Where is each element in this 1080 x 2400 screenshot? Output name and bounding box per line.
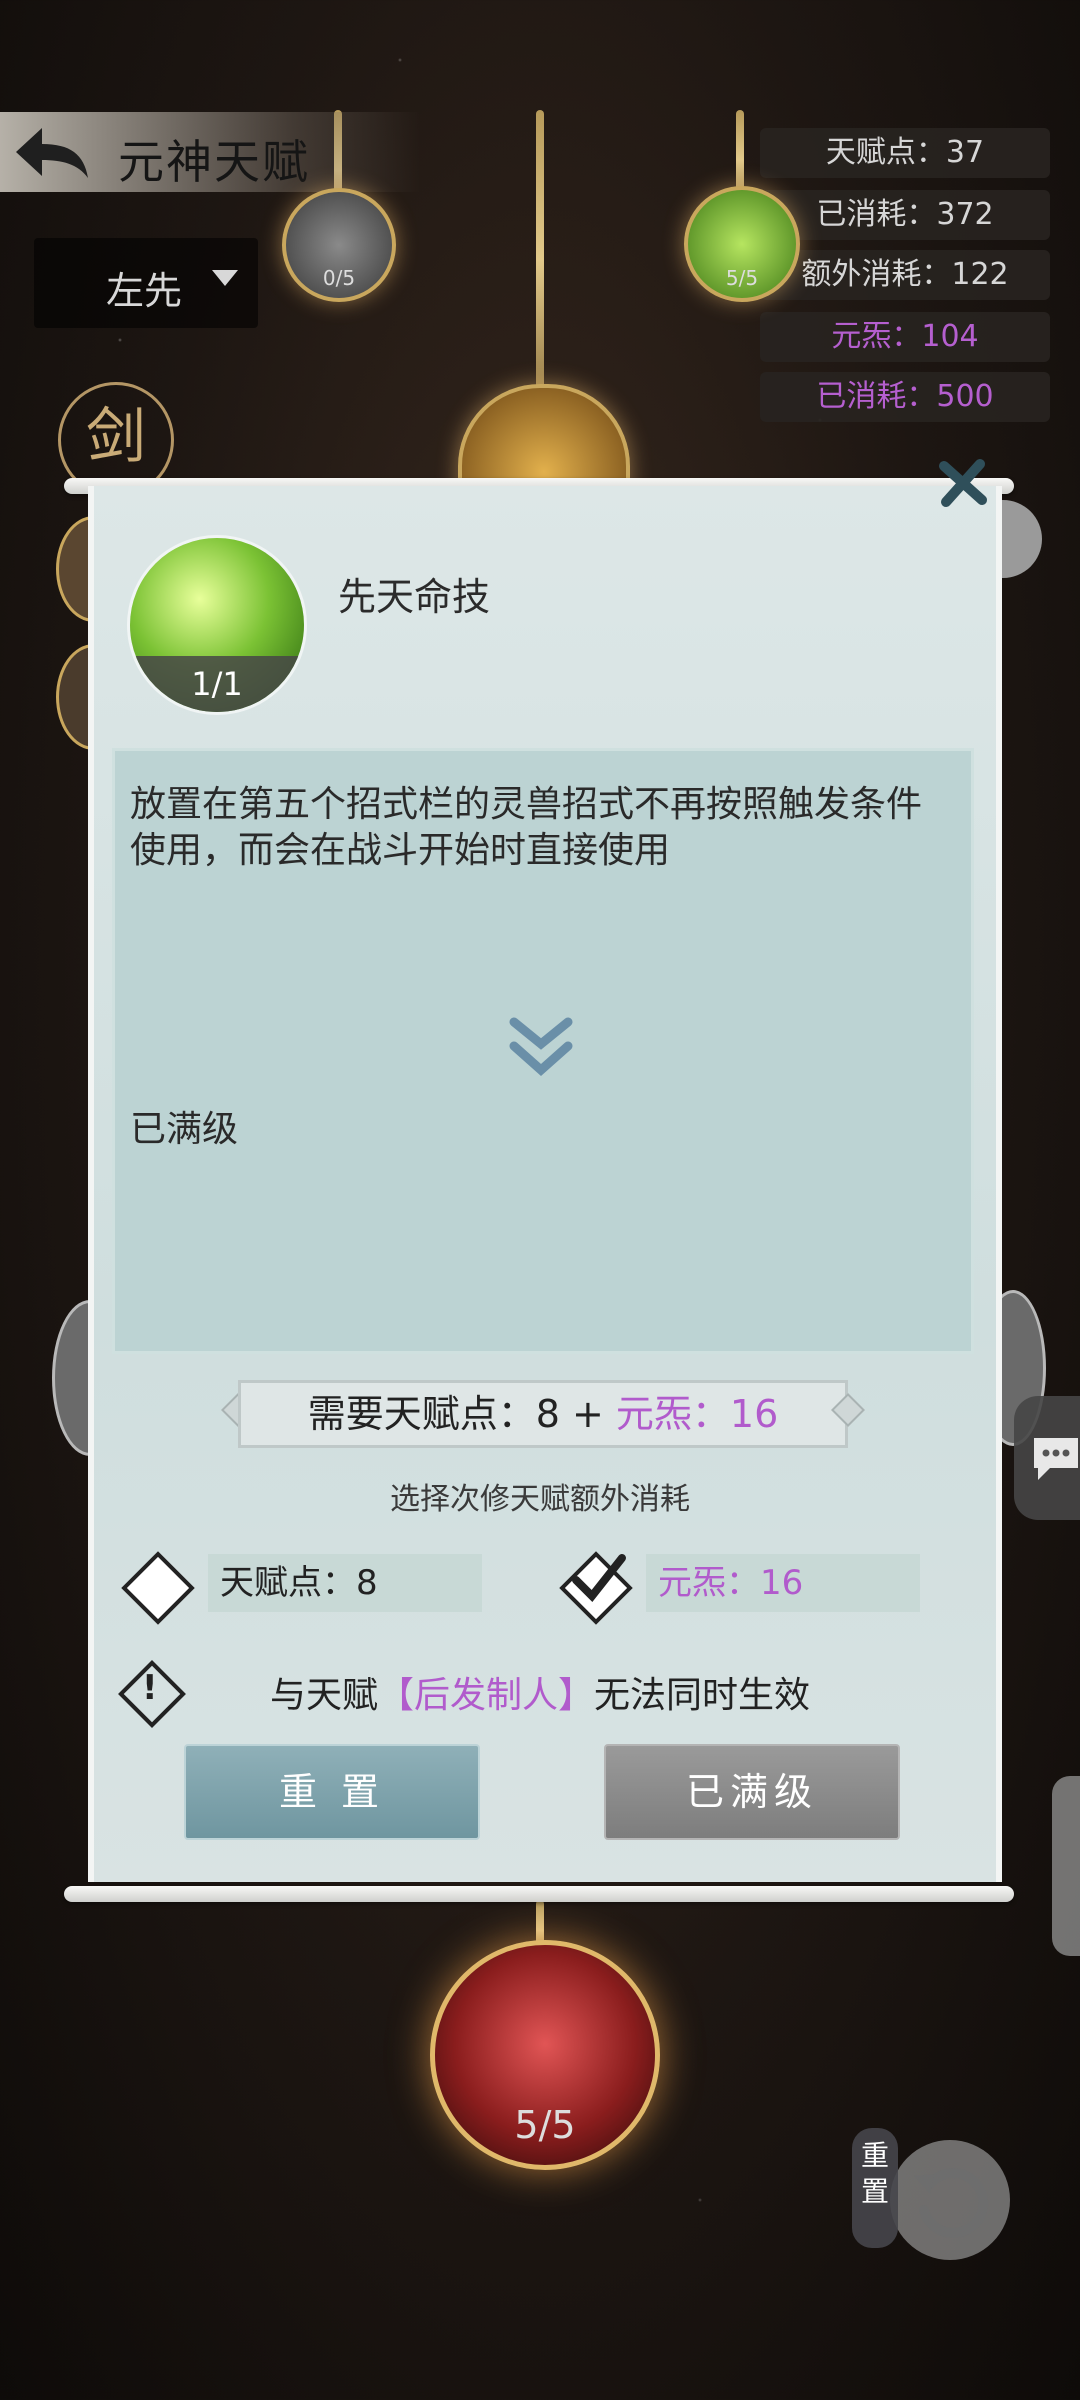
skill-icon: 1/1 bbox=[130, 538, 304, 712]
warning-prefix: 与天赋 bbox=[269, 1675, 378, 1716]
node-count: 5/5 bbox=[514, 2103, 576, 2147]
side-pull-tab[interactable] bbox=[1052, 1776, 1080, 1956]
talent-node-top-left[interactable]: 0/5 bbox=[282, 188, 396, 302]
stat-extra-consumed: 额外消耗：122 bbox=[760, 250, 1050, 300]
max-level-button[interactable]: 已满级 bbox=[604, 1744, 900, 1840]
reset-tag-label[interactable]: 重置 bbox=[852, 2128, 898, 2248]
requirement-yuanqi: 元炁：16 bbox=[615, 1392, 779, 1436]
skill-name: 先天命技 bbox=[338, 575, 491, 619]
double-chevron-down-icon[interactable] bbox=[508, 1016, 574, 1080]
reset-button[interactable]: 重 置 bbox=[184, 1744, 480, 1840]
node-count: 5/5 bbox=[725, 266, 759, 290]
requirement-points: 需要天赋点：8 + bbox=[307, 1392, 616, 1436]
skill-level: 1/1 bbox=[130, 656, 304, 712]
checkmark-icon bbox=[572, 1554, 626, 1603]
warning-suffix: 无法同时生效 bbox=[594, 1675, 811, 1716]
refresh-icon bbox=[914, 2168, 989, 2239]
option-talent-points-text: 天赋点：8 bbox=[220, 1563, 378, 1603]
stat-yuanqi: 元炁：104 bbox=[760, 312, 1050, 362]
chat-button[interactable] bbox=[1014, 1396, 1080, 1520]
choose-extra-cost-text: 选择次修天赋额外消耗 bbox=[390, 1482, 690, 1517]
conflict-warning: 与天赋【后发制人】无法同时生效 bbox=[0, 1666, 1080, 1718]
page-title: 元神天赋 bbox=[118, 135, 310, 189]
option-yuanqi-label[interactable]: 元炁：16 bbox=[646, 1554, 920, 1612]
close-icon bbox=[939, 459, 987, 507]
max-level-text: 已满级 bbox=[130, 1109, 239, 1150]
warning-talent-link[interactable]: 【后发制人】 bbox=[378, 1675, 594, 1716]
node-count: 0/5 bbox=[322, 266, 356, 290]
stat-talent-points: 天赋点：37 bbox=[760, 128, 1050, 178]
talent-node-bottom[interactable]: 5/5 bbox=[430, 1940, 660, 2170]
stat-yuanqi-consumed: 已消耗：500 bbox=[760, 372, 1050, 422]
requirement-bar: 需要天赋点：8 + 元炁：16 bbox=[238, 1380, 848, 1448]
back-button[interactable] bbox=[12, 124, 92, 180]
chevron-down-icon bbox=[212, 270, 238, 286]
header-bar: 元神天赋 bbox=[0, 112, 420, 192]
tree-line-center bbox=[536, 110, 544, 410]
chat-icon bbox=[1034, 1438, 1078, 1480]
sort-dropdown[interactable]: 左先 bbox=[34, 238, 258, 328]
reset-tree-button[interactable] bbox=[890, 2140, 1010, 2260]
back-arrow-icon bbox=[16, 128, 88, 178]
close-button[interactable] bbox=[936, 456, 990, 510]
option-talent-points-label[interactable]: 天赋点：8 bbox=[208, 1554, 482, 1612]
option-yuanqi-text: 元炁：16 bbox=[658, 1563, 804, 1603]
talent-node-top-right[interactable]: 5/5 bbox=[684, 186, 800, 302]
dropdown-selected: 左先 bbox=[106, 269, 183, 313]
stat-consumed: 已消耗：372 bbox=[760, 190, 1050, 240]
skill-description: 放置在第五个招式栏的灵兽招式不再按照触发条件使用，而会在战斗开始时直接使用 bbox=[130, 784, 923, 871]
panel-rod-bottom bbox=[64, 1886, 1014, 1902]
